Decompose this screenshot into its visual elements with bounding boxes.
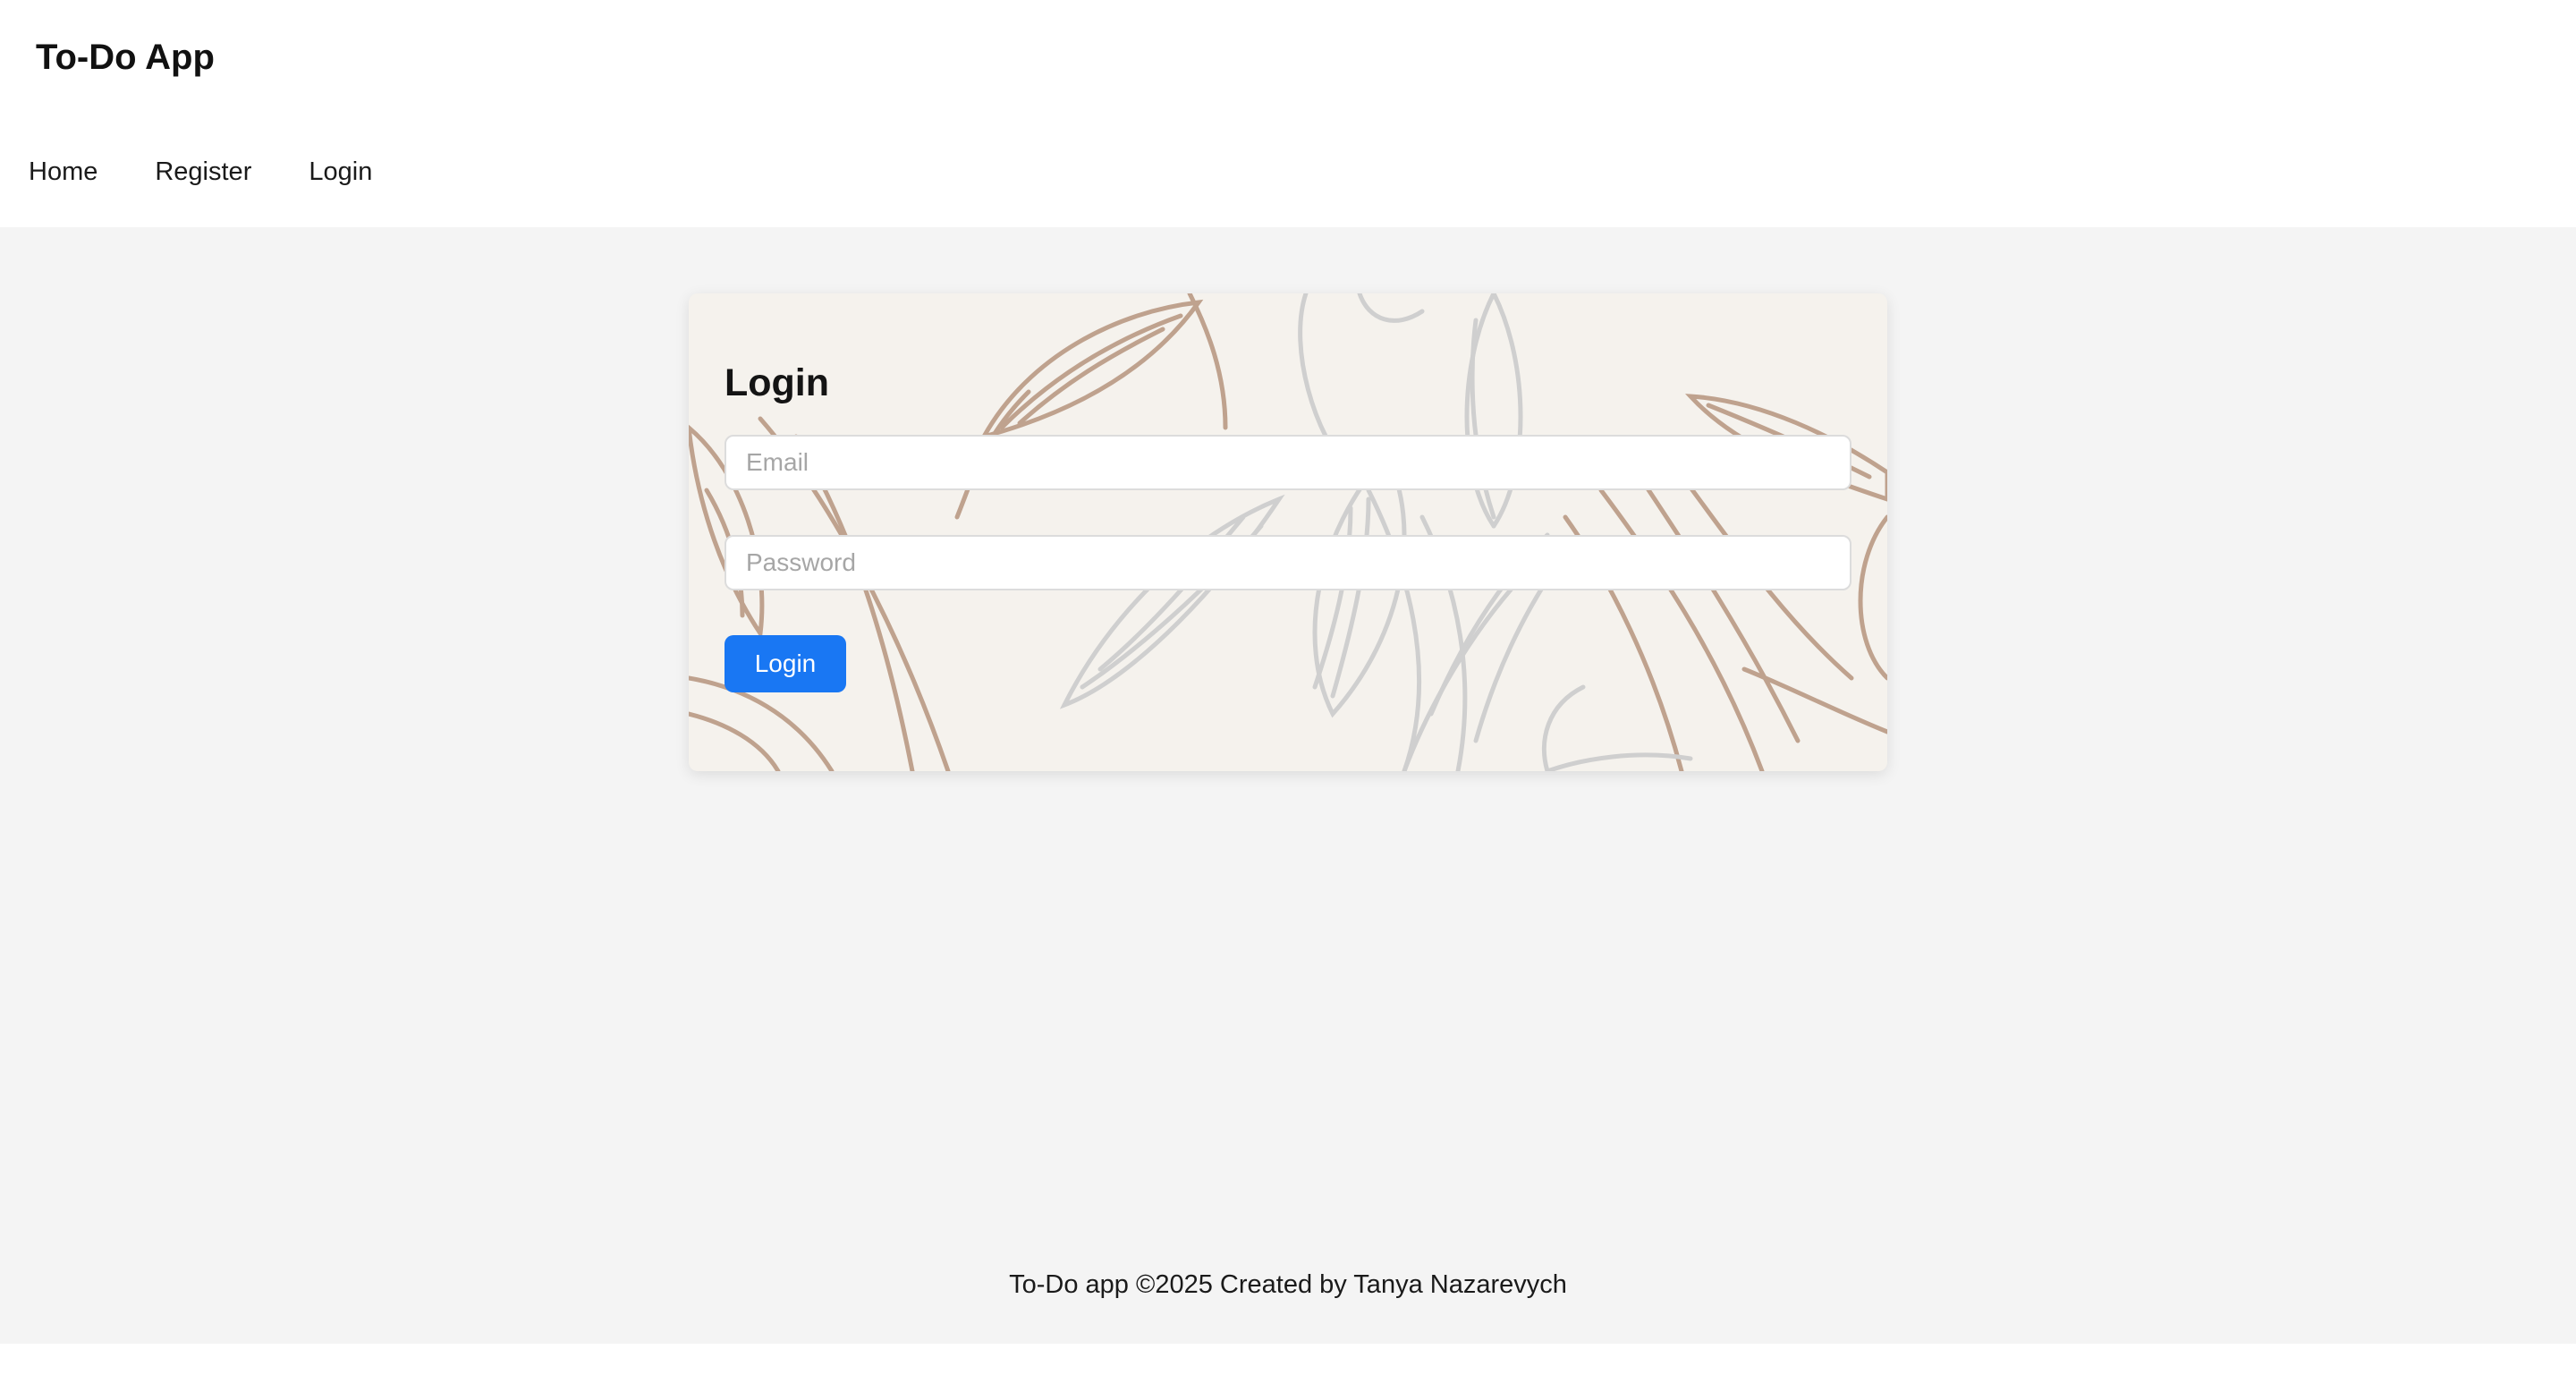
nav-link-login[interactable]: Login (309, 152, 372, 191)
app-brand: To-Do App (36, 38, 215, 77)
main-content: Login Login To-Do app ©2025 Created by T… (0, 227, 2576, 1344)
leaf-pattern-background (689, 293, 1887, 771)
nav-link-register[interactable]: Register (155, 152, 251, 191)
password-field[interactable] (724, 535, 1852, 590)
main-nav: Home Register Login (29, 152, 372, 191)
login-button[interactable]: Login (724, 635, 846, 692)
footer-copyright: To-Do app ©2025 Created by Tanya Nazarev… (1009, 1270, 1567, 1299)
site-header: To-Do App Home Register Login (0, 0, 2576, 227)
login-card: Login Login (689, 293, 1887, 771)
login-title: Login (724, 361, 830, 404)
nav-link-home[interactable]: Home (29, 152, 97, 191)
email-field[interactable] (724, 435, 1852, 490)
